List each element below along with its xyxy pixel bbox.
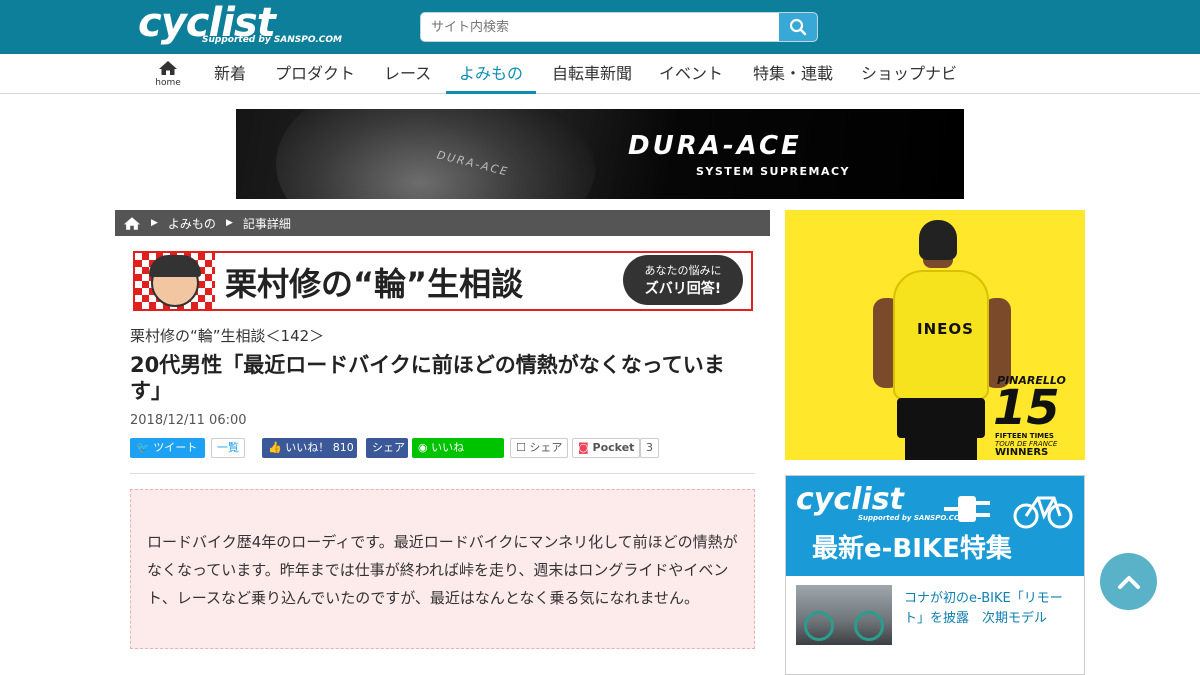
nav-home-label: home	[155, 78, 181, 88]
line-like-label: いいね	[431, 441, 465, 454]
ebike-title: 最新e-BIKE特集	[812, 534, 1012, 564]
main-nav: home 新着 プロダクト レース よみもの 自転車新聞 イベント 特集・連載 …	[0, 54, 1200, 94]
like-label: いいね！	[285, 441, 330, 454]
home-icon	[159, 61, 177, 75]
page-top-button[interactable]	[1100, 553, 1157, 610]
nav-item-event[interactable]: イベント	[659, 54, 723, 94]
series-title: 栗村修の“輪”生相談	[225, 265, 524, 303]
checkbox-icon: ☐	[516, 441, 526, 454]
pocket-button[interactable]: ◙ Pocket	[572, 438, 641, 458]
pocket-count: 3	[640, 438, 659, 458]
series-banner[interactable]: 栗村修の“輪”生相談 あなたの悩みに ズバリ回答!	[133, 251, 753, 311]
share-label: シェア	[529, 441, 563, 454]
rider-helmet	[919, 220, 957, 260]
jersey-text: INEOS	[917, 320, 974, 338]
nav-item-shopnavi[interactable]: ショップナビ	[861, 54, 957, 94]
question-box: ロードバイク歴4年のローディです。最近ロードバイクにマンネリ化して前ほどの情熱が…	[130, 489, 755, 649]
search-input[interactable]	[421, 13, 781, 41]
thumb-wheel	[804, 611, 834, 641]
character-hair	[149, 255, 201, 277]
logo-sub: Supported by SANSPO.COM	[202, 35, 342, 45]
nav-item-yomimono[interactable]: よみもの	[446, 54, 537, 94]
site-logo[interactable]: cyclist Supported by SANSPO.COM	[138, 0, 342, 50]
breadcrumb: ▶ よみもの ▶ 記事詳細	[115, 210, 770, 236]
nav-home[interactable]: home	[152, 60, 184, 90]
article-title: 20代男性「最近ロードバイクに前ほどの情熱がなくなっています」	[130, 353, 725, 403]
thumb-wheel	[854, 611, 884, 641]
article-subtitle: 栗村修の“輪”生相談＜142＞	[130, 327, 325, 345]
breadcrumb-arrow-icon: ▶	[151, 218, 158, 228]
line-like-button[interactable]: ◉ いいね	[412, 438, 504, 458]
ad-number: 15	[993, 380, 1060, 436]
sidebar-ad-pinarello[interactable]: INEOS PINARELLO 15 FIFTEEN TIMES TOUR DE…	[785, 210, 1085, 460]
pocket-label: Pocket	[592, 441, 635, 454]
ebike-thumbnail[interactable]	[796, 585, 892, 645]
like-count: 810	[332, 441, 354, 454]
thumbs-up-icon: 👍	[268, 441, 282, 454]
ebike-article-link[interactable]: コナが初のe-BIKE「リモート」を披露 次期モデル	[904, 589, 1078, 629]
bicycle-icon	[1013, 496, 1073, 529]
rider-shorts	[897, 398, 985, 438]
search-button[interactable]	[779, 13, 817, 41]
speech-bubble: あなたの悩みに ズバリ回答!	[623, 255, 743, 305]
rider-legs	[905, 436, 977, 460]
divider	[130, 473, 755, 474]
question-text: ロードバイク歴4年のローディです。最近ロードバイクにマンネリ化して前ほどの情熱が…	[147, 533, 738, 607]
facebook-like-button[interactable]: 👍 いいね！ 810	[262, 438, 357, 458]
banner-brand: DURA-ACE	[628, 131, 802, 161]
share-button[interactable]: ☐ シェア	[510, 438, 569, 458]
sidebar-ebike-feature[interactable]: cyclist Supported by SANSPO.COM 最新e-BIKE…	[785, 475, 1085, 675]
nav-item-newspaper[interactable]: 自転車新聞	[552, 54, 632, 94]
search-icon	[789, 18, 807, 36]
tweet-label: ツイート	[153, 441, 198, 454]
bubble-line2: ズバリ回答!	[644, 281, 722, 297]
chevron-up-icon	[1117, 575, 1140, 589]
nav-item-race[interactable]: レース	[384, 54, 431, 94]
ad-line1: FIFTEEN TIMES	[995, 432, 1054, 440]
article-date: 2018/12/11 06:00	[130, 413, 247, 428]
plug-icon	[944, 496, 990, 522]
bubble-line1: あなたの悩みに	[644, 264, 722, 277]
ebike-logo: cyclist	[796, 482, 904, 517]
twitter-icon: 🐦	[136, 441, 150, 454]
ebike-header: cyclist Supported by SANSPO.COM 最新e-BIKE…	[786, 476, 1084, 576]
breadcrumb-arrow-icon: ▶	[225, 218, 233, 228]
breadcrumb-item: 記事詳細	[242, 216, 291, 231]
search-box	[420, 12, 818, 42]
nav-item-product[interactable]: プロダクト	[275, 54, 355, 94]
line-icon: ◉	[418, 441, 428, 454]
tweet-list-link[interactable]: 一覧	[211, 438, 245, 458]
nav-item-new[interactable]: 新着	[214, 54, 246, 94]
nav-item-feature[interactable]: 特集・連載	[753, 54, 833, 94]
pocket-icon: ◙	[578, 441, 589, 454]
facebook-share-button[interactable]: シェア	[366, 438, 408, 458]
ad-line3: WINNERS	[995, 447, 1049, 458]
banner-tagline: SYSTEM SUPREMACY	[696, 165, 851, 178]
tweet-button[interactable]: 🐦 ツイート	[130, 438, 205, 458]
home-icon[interactable]	[123, 216, 141, 231]
banner-ad[interactable]: DURA-ACE DURA-ACE SYSTEM SUPREMACY	[236, 109, 964, 199]
breadcrumb-item[interactable]: よみもの	[168, 215, 216, 232]
header-bar: cyclist Supported by SANSPO.COM	[0, 0, 1200, 54]
